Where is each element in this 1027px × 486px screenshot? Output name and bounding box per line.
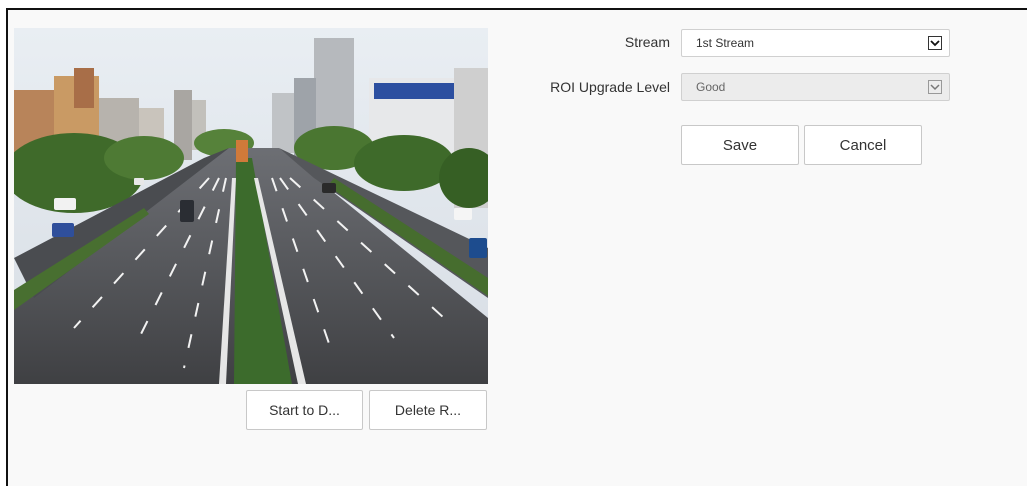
start-draw-button[interactable]: Start to D... [246, 390, 363, 430]
traffic-camera-image [14, 28, 488, 384]
chevron-down-icon [928, 80, 942, 94]
stream-select-value: 1st Stream [696, 36, 755, 50]
cancel-button[interactable]: Cancel [804, 125, 922, 165]
live-video-preview[interactable] [14, 28, 488, 384]
roi-upgrade-level-value: Good [696, 80, 726, 94]
save-button[interactable]: Save [681, 125, 799, 165]
roi-upgrade-level-select: Good [681, 73, 950, 101]
roi-upgrade-level-label: ROI Upgrade Level [550, 79, 670, 95]
stream-select[interactable]: 1st Stream [681, 29, 950, 57]
stream-label: Stream [624, 34, 670, 50]
delete-region-button[interactable]: Delete R... [369, 390, 487, 430]
chevron-down-icon[interactable] [928, 36, 942, 50]
